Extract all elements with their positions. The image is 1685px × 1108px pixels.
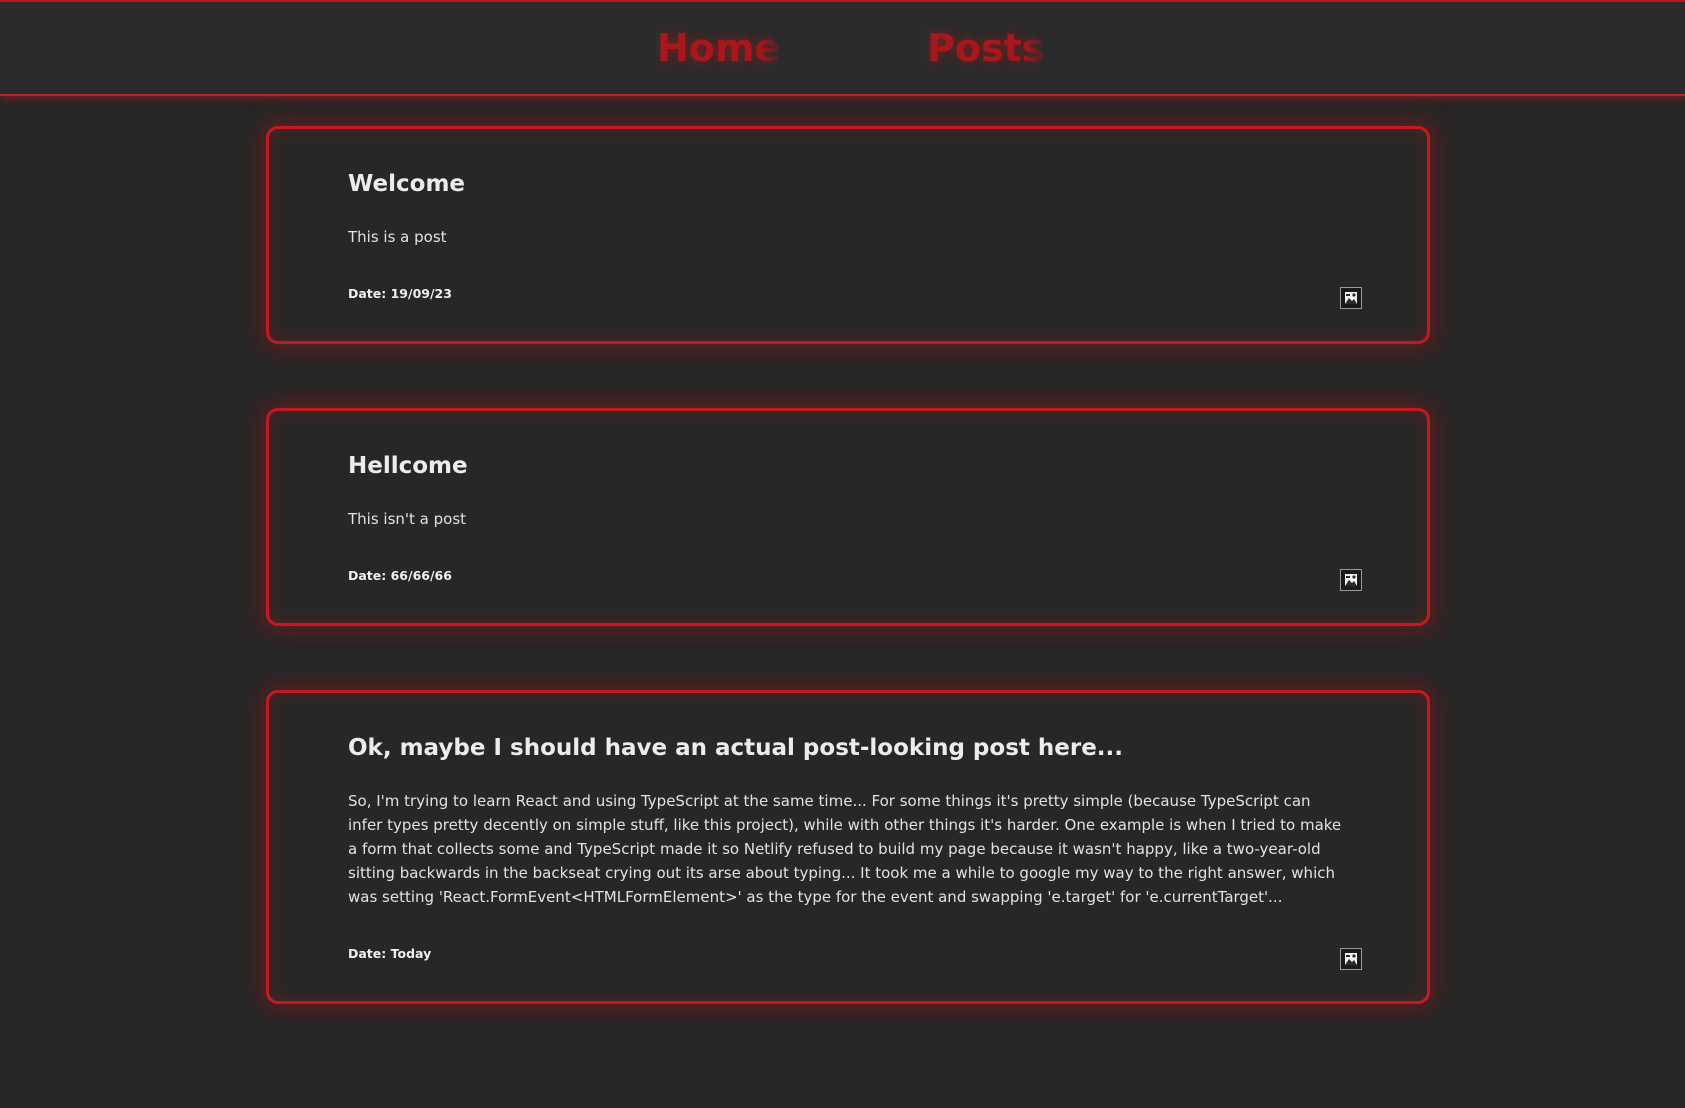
broken-image-icon[interactable] [1340,569,1362,591]
nav-link-posts[interactable]: Posts [927,26,1044,70]
nav-link-home[interactable]: Home [657,26,780,70]
post-title: Ok, maybe I should have an actual post-l… [348,735,1124,761]
post-date: Date: 66/66/66 [348,568,452,583]
post-title: Hellcome [348,453,468,479]
post-card: Welcome This is a post Date: 19/09/23 [266,126,1430,344]
post-body: This isn't a post [348,510,467,528]
post-body: So, I'm trying to learn React and using … [348,792,1342,906]
post-card: Ok, maybe I should have an actual post-l… [266,690,1430,1004]
post-date: Date: Today [348,946,432,961]
post-body: This is a post [348,228,447,246]
post-card: Hellcome This isn't a post Date: 66/66/6… [266,408,1430,626]
post-title: Welcome [348,171,466,197]
top-nav-bar: Home Posts [0,0,1685,96]
broken-image-icon[interactable] [1340,948,1362,970]
broken-image-icon[interactable] [1340,287,1362,309]
post-date: Date: 19/09/23 [348,286,452,301]
